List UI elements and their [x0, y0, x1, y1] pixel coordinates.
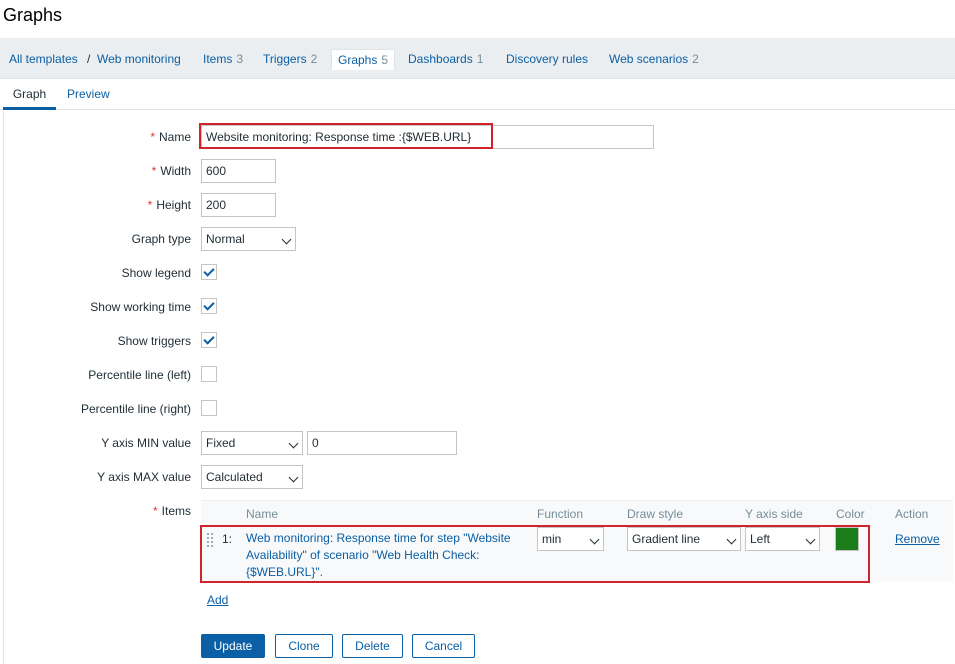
- nav-graphs[interactable]: Graphs 5: [331, 49, 396, 70]
- item-name-line: Web monitoring: Response time for step "…: [246, 531, 511, 545]
- width-label-text: Width: [160, 164, 191, 178]
- header-function: Function: [537, 507, 584, 521]
- nav-web-scenarios[interactable]: Web scenarios 2: [609, 49, 699, 69]
- percentile-left-label: Percentile line (left): [88, 368, 191, 382]
- width-label: * Width: [152, 164, 191, 178]
- chevron-down-icon: [288, 438, 299, 449]
- nav-separator: /: [87, 52, 91, 66]
- cancel-button[interactable]: Cancel: [412, 634, 475, 658]
- tab-graph[interactable]: Graph: [3, 86, 56, 110]
- y-max-type-select[interactable]: Calculated: [201, 465, 303, 489]
- items-label: * Items: [153, 504, 191, 518]
- required-mark: *: [147, 198, 153, 212]
- page-title: Graphs: [3, 5, 63, 25]
- required-mark: *: [151, 164, 157, 178]
- percentile-left-checkbox[interactable]: [201, 366, 217, 382]
- graph-type-select[interactable]: Normal: [201, 227, 296, 251]
- draw-style-value: Gradient line: [632, 532, 701, 546]
- y-min-value-input[interactable]: 0: [307, 431, 457, 455]
- chevron-down-icon: [805, 534, 816, 545]
- draw-style-select[interactable]: Gradient line: [627, 527, 741, 551]
- percentile-right-checkbox[interactable]: [201, 400, 217, 416]
- y-min-label: Y axis MIN value: [101, 436, 191, 450]
- nav-graphs-count: 5: [381, 53, 389, 67]
- width-input[interactable]: 600: [201, 159, 276, 183]
- header-color: Color: [836, 507, 865, 521]
- y-max-label: Y axis MAX value: [97, 470, 191, 484]
- show-working-time-label: Show working time: [90, 300, 191, 314]
- show-legend-checkbox[interactable]: [201, 264, 217, 280]
- color-picker-swatch[interactable]: [835, 527, 859, 551]
- show-working-time-checkbox[interactable]: [201, 298, 217, 314]
- item-name-line: {$WEB.URL}".: [246, 565, 323, 579]
- name-input[interactable]: Website monitoring: Response time :{$WEB…: [201, 125, 654, 149]
- height-input[interactable]: 200: [201, 193, 276, 217]
- remove-link[interactable]: Remove: [895, 532, 940, 546]
- percentile-right-label: Percentile line (right): [80, 402, 191, 416]
- chevron-down-icon: [288, 472, 299, 483]
- graph-type-value: Normal: [206, 232, 245, 246]
- show-triggers-label: Show triggers: [117, 334, 191, 348]
- form-tabs: Graph Preview: [0, 80, 955, 110]
- function-value: min: [542, 532, 562, 546]
- header-action: Action: [895, 507, 929, 521]
- nav-triggers-label: Triggers: [263, 52, 307, 66]
- function-select[interactable]: min: [537, 527, 604, 551]
- template-navbar: All templates / Web monitoring Items 3 Tr…: [0, 38, 955, 79]
- nav-dashboards[interactable]: Dashboards 1: [408, 49, 483, 69]
- y-min-type-value: Fixed: [206, 436, 236, 450]
- height-label: * Height: [148, 198, 191, 212]
- item-name-line: Availability" of scenario "Web Health Ch…: [246, 548, 480, 562]
- show-legend-label: Show legend: [121, 266, 191, 280]
- required-mark: *: [152, 504, 158, 518]
- add-item-link[interactable]: Add: [207, 593, 228, 607]
- required-mark: *: [150, 130, 155, 144]
- nav-items-count: 3: [236, 52, 244, 66]
- height-label-text: Height: [156, 198, 191, 212]
- nav-web-scenarios-label: Web scenarios: [609, 52, 689, 66]
- name-label-text: Name: [158, 130, 191, 144]
- y-axis-side-value: Left: [750, 532, 771, 546]
- nav-items-label: Items: [203, 52, 233, 66]
- nav-triggers[interactable]: Triggers 2: [263, 49, 317, 69]
- nav-items[interactable]: Items 3: [203, 49, 243, 69]
- y-max-type-value: Calculated: [206, 470, 263, 484]
- tab-preview[interactable]: Preview: [67, 86, 110, 110]
- chevron-down-icon: [726, 534, 737, 545]
- items-table: Name Function Draw style Y axis side Col…: [201, 500, 953, 582]
- nav-dashboards-count: 1: [476, 52, 484, 66]
- name-label: * Name: [150, 130, 191, 144]
- nav-graphs-label: Graphs: [338, 53, 378, 67]
- drag-handle-icon[interactable]: [206, 532, 214, 548]
- header-name: Name: [246, 507, 279, 521]
- y-axis-side-select[interactable]: Left: [745, 527, 820, 551]
- nav-dashboards-label: Dashboards: [408, 52, 473, 66]
- header-y-axis-side: Y axis side: [745, 507, 803, 521]
- graph-form: * Name Website monitoring: Response time …: [3, 111, 955, 664]
- y-min-type-select[interactable]: Fixed: [201, 431, 303, 455]
- nav-web-scenarios-count: 2: [692, 52, 699, 66]
- graph-type-label: Graph type: [131, 232, 191, 246]
- row-index: 1:: [222, 532, 233, 546]
- nav-triggers-count: 2: [310, 52, 318, 66]
- nav-discovery-rules[interactable]: Discovery rules: [506, 49, 588, 69]
- show-triggers-checkbox[interactable]: [201, 332, 217, 348]
- clone-button[interactable]: Clone: [275, 634, 333, 658]
- nav-all-templates[interactable]: All templates: [9, 49, 78, 69]
- delete-button[interactable]: Delete: [342, 634, 403, 658]
- nav-web-monitoring[interactable]: Web monitoring: [97, 49, 181, 69]
- update-button[interactable]: Update: [201, 634, 265, 658]
- chevron-down-icon: [589, 534, 600, 545]
- chevron-down-icon: [281, 234, 292, 245]
- items-label-text: Items: [161, 504, 191, 518]
- header-draw-style: Draw style: [627, 507, 684, 521]
- item-name-link[interactable]: Web monitoring: Response time for step "…: [246, 530, 536, 581]
